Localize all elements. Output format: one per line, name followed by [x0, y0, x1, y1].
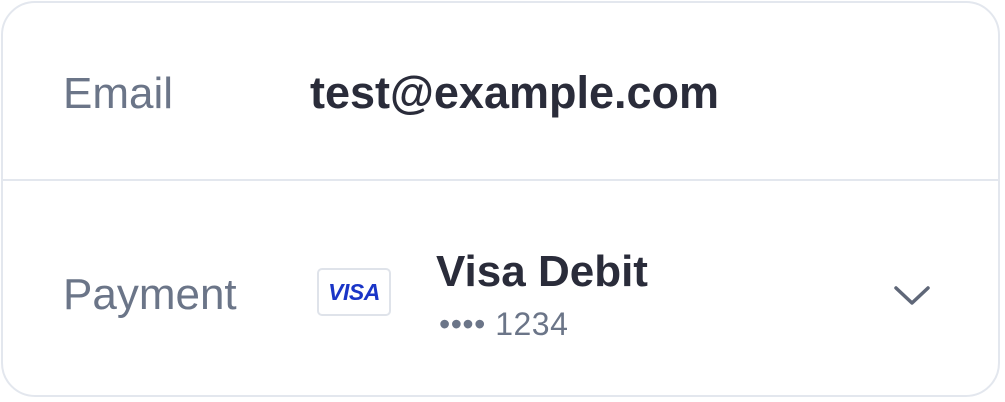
chevron-down-icon[interactable] [891, 282, 933, 308]
payment-label: Payment [63, 270, 237, 319]
visa-logo-text: VISA [328, 278, 380, 305]
payment-row[interactable]: Payment VISA Visa Debit •••• 1234 [3, 181, 998, 395]
email-value: test@example.com [310, 67, 720, 118]
payment-card-number: •••• 1234 [439, 306, 569, 342]
email-label: Email [63, 69, 174, 118]
checkout-summary-card: Email test@example.com Payment VISA Visa… [1, 1, 1000, 397]
visa-card-icon: VISA [317, 268, 391, 316]
payment-method-name: Visa Debit [436, 247, 648, 296]
email-row: Email test@example.com [3, 3, 998, 181]
